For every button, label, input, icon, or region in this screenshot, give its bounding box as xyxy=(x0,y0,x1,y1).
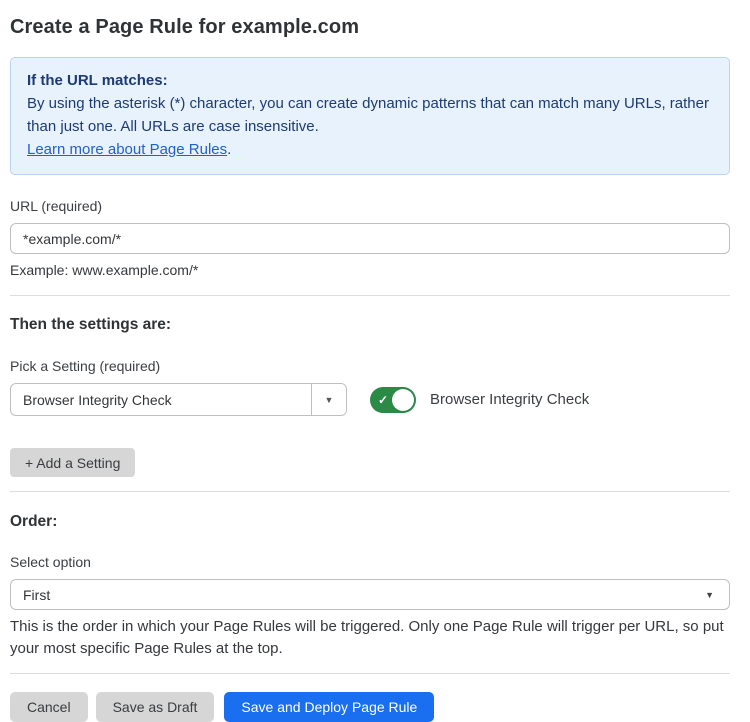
setting-row: Browser Integrity Check ▼ ✓ Browser Inte… xyxy=(10,383,730,416)
order-help-text: This is the order in which your Page Rul… xyxy=(10,616,730,660)
setting-toggle-group: ✓ Browser Integrity Check xyxy=(370,387,589,413)
pick-setting-label: Pick a Setting (required) xyxy=(10,358,730,374)
setting-dropdown-value: Browser Integrity Check xyxy=(11,384,311,415)
chevron-down-icon: ▼ xyxy=(325,395,334,405)
select-option-label: Select option xyxy=(10,554,730,570)
add-setting-button[interactable]: + Add a Setting xyxy=(10,448,135,477)
url-label: URL (required) xyxy=(10,198,730,214)
link-suffix: . xyxy=(227,141,231,158)
browser-integrity-toggle[interactable]: ✓ xyxy=(370,387,416,413)
page-title: Create a Page Rule for example.com xyxy=(10,16,730,39)
order-select[interactable]: First ▼ xyxy=(10,579,730,610)
info-box-heading: If the URL matches: xyxy=(27,69,713,92)
toggle-knob xyxy=(392,389,414,411)
check-icon: ✓ xyxy=(378,394,388,406)
order-select-value: First xyxy=(23,587,50,603)
url-match-info-box: If the URL matches: By using the asteris… xyxy=(10,57,730,175)
footer-actions: Cancel Save as Draft Save and Deploy Pag… xyxy=(10,692,730,722)
chevron-down-icon: ▼ xyxy=(705,590,717,600)
divider xyxy=(10,491,730,492)
info-box-body: By using the asterisk (*) character, you… xyxy=(27,92,713,138)
settings-heading: Then the settings are: xyxy=(10,316,730,334)
url-example-text: Example: www.example.com/* xyxy=(10,262,730,278)
save-and-deploy-button[interactable]: Save and Deploy Page Rule xyxy=(224,692,434,722)
info-box-link-line: Learn more about Page Rules. xyxy=(27,138,713,161)
cancel-button[interactable]: Cancel xyxy=(10,692,88,722)
divider xyxy=(10,673,730,674)
toggle-label: Browser Integrity Check xyxy=(430,391,589,408)
save-as-draft-button[interactable]: Save as Draft xyxy=(96,692,215,722)
divider xyxy=(10,295,730,296)
learn-more-link[interactable]: Learn more about Page Rules xyxy=(27,141,227,158)
setting-dropdown[interactable]: Browser Integrity Check ▼ xyxy=(10,383,347,416)
setting-dropdown-button[interactable]: ▼ xyxy=(311,384,346,415)
order-heading: Order: xyxy=(10,513,730,531)
page-rule-form: Create a Page Rule for example.com If th… xyxy=(0,0,750,722)
url-input[interactable] xyxy=(10,223,730,254)
